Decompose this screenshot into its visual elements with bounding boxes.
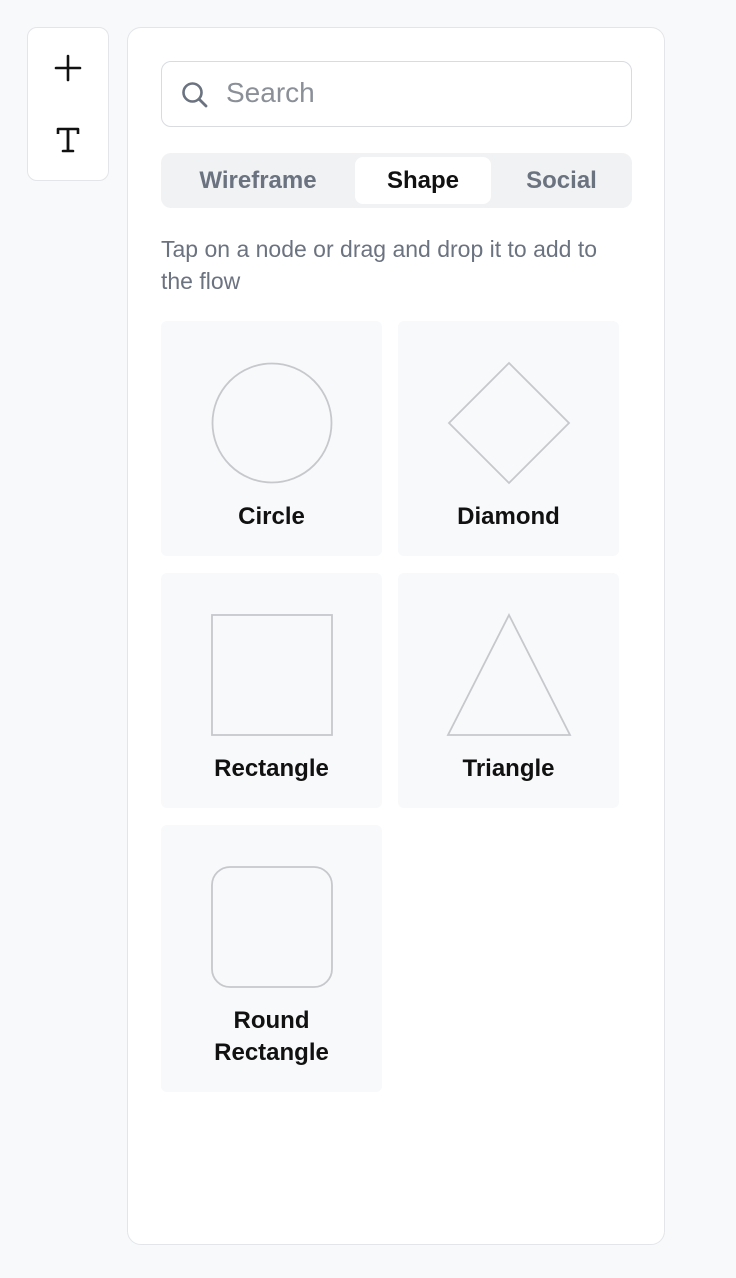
diamond-shape-icon (447, 361, 570, 485)
round-rectangle-shape-icon (210, 866, 333, 988)
shape-card-circle[interactable]: Circle (161, 321, 382, 556)
tab-social[interactable]: Social (495, 157, 628, 204)
shape-card-label: Rectangle (214, 755, 329, 782)
search-input[interactable] (226, 62, 616, 124)
shape-card-rectangle[interactable]: Rectangle (161, 573, 382, 808)
search-box (161, 61, 632, 127)
rectangle-shape-icon (210, 614, 333, 736)
shape-card-diamond[interactable]: Diamond (398, 321, 619, 556)
shape-card-label: Circle (238, 503, 305, 530)
text-icon (56, 127, 80, 153)
shape-card-label: Diamond (457, 503, 560, 530)
add-node-button[interactable] (28, 38, 108, 98)
plus-icon (54, 54, 82, 82)
instruction-text: Tap on a node or drag and drop it to add… (161, 236, 598, 294)
shape-library-panel: Wireframe Shape Social Tap on a node or … (127, 27, 665, 1245)
tab-shape[interactable]: Shape (355, 157, 491, 204)
circle-shape-icon (211, 362, 332, 484)
shape-card-round-rectangle[interactable]: Round Rectangle (161, 825, 382, 1092)
left-toolbar (27, 27, 109, 181)
add-text-button[interactable] (28, 110, 108, 170)
shape-card-label: Round Rectangle (214, 1007, 329, 1066)
triangle-shape-icon (446, 613, 571, 736)
tab-wireframe[interactable]: Wireframe (165, 157, 351, 204)
shape-card-triangle[interactable]: Triangle (398, 573, 619, 808)
search-icon (182, 82, 208, 108)
shape-card-label: Triangle (462, 755, 555, 782)
category-tabs: Wireframe Shape Social (161, 153, 632, 208)
